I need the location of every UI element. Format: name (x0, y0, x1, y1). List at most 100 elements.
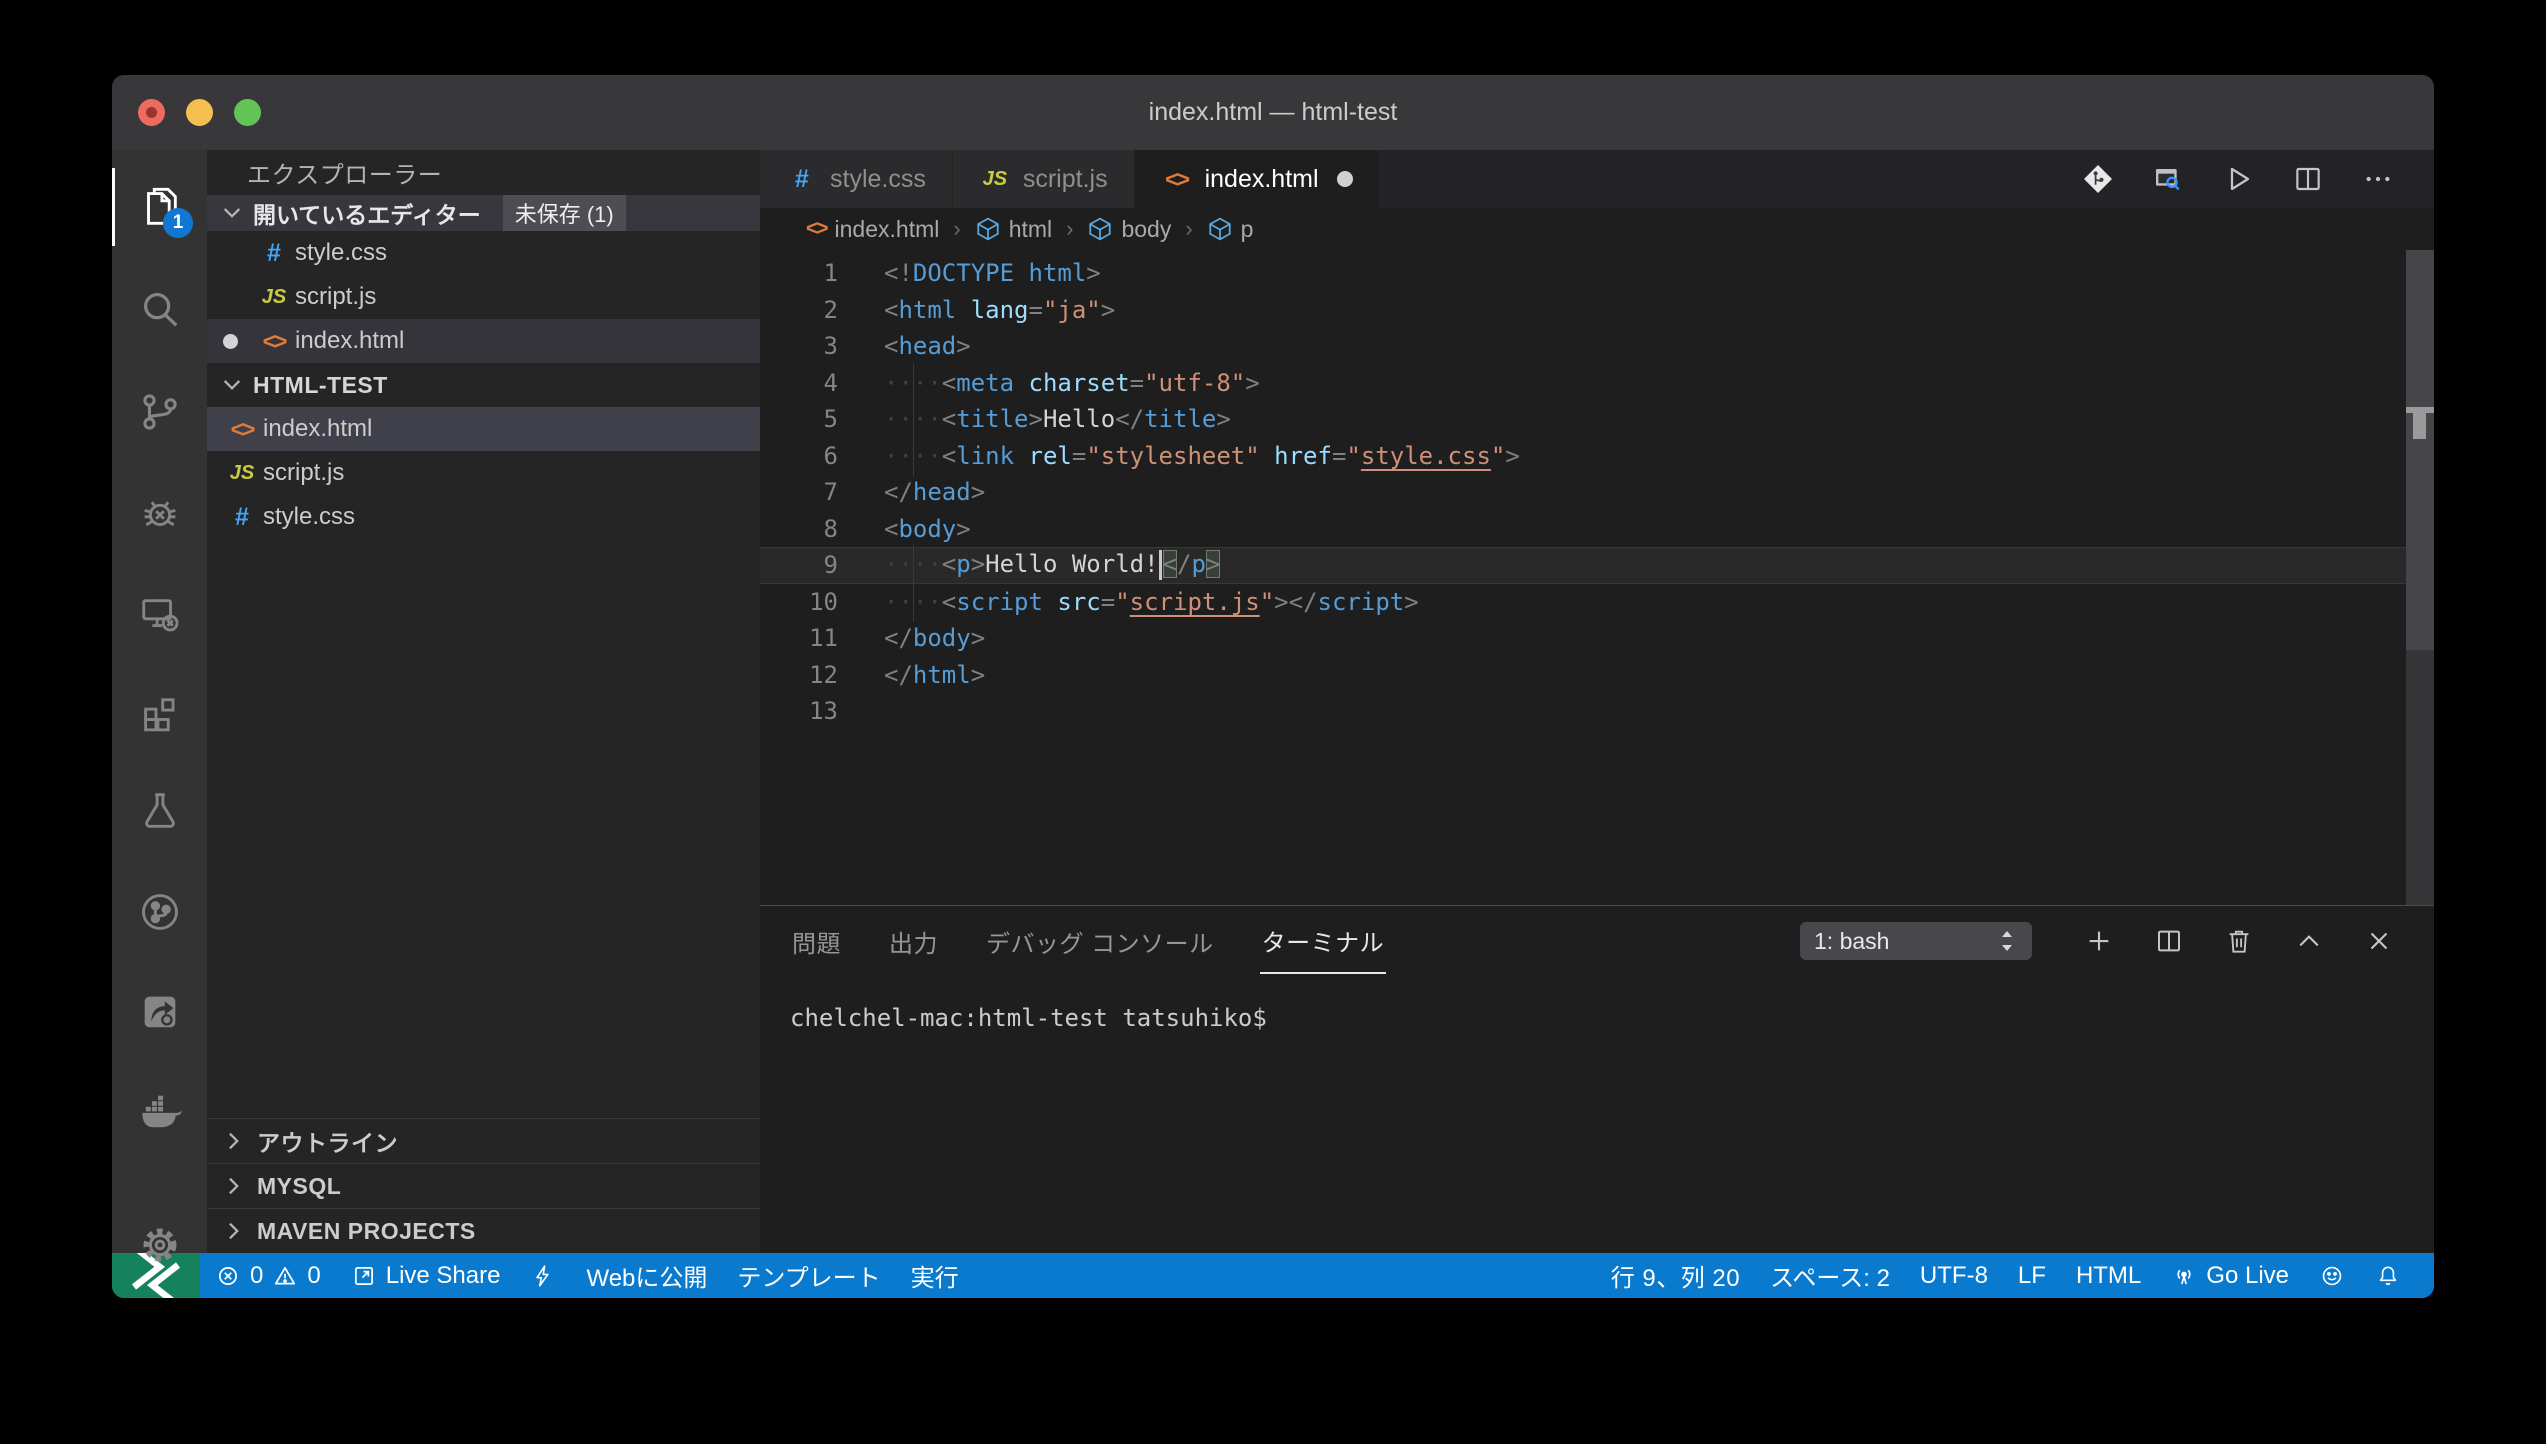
terminal-shell-select[interactable]: 1: bash (1800, 922, 2032, 960)
template-button[interactable]: テンプレート (722, 1253, 895, 1298)
line-content: ····<meta charset="utf-8"> (884, 369, 1260, 397)
code-line[interactable]: 2<html lang="ja"> (760, 292, 2434, 329)
file-name: style.css (295, 239, 387, 267)
file-name: index.html (295, 327, 404, 355)
breadcrumb-item-p[interactable]: p (1207, 216, 1254, 243)
notifications-bell-icon[interactable] (2360, 1253, 2416, 1298)
publish-web-button[interactable]: Webに公開 (571, 1253, 722, 1298)
tab-script.js[interactable]: JSscript.js (953, 150, 1135, 208)
docker-icon[interactable] (112, 1066, 207, 1156)
breadcrumb-item-body[interactable]: body (1087, 216, 1171, 243)
js-file-icon: JS (253, 286, 295, 309)
source-control-icon[interactable] (112, 367, 207, 457)
open-editors-header[interactable]: 開いているエディター 未保存 (1) (207, 195, 760, 231)
settings-gear-icon[interactable] (112, 1200, 207, 1290)
file-row-script.js[interactable]: JSscript.js (207, 275, 760, 319)
language-mode[interactable]: HTML (2061, 1253, 2156, 1298)
editor-scrollbar[interactable] (2406, 250, 2434, 905)
search-icon[interactable] (112, 265, 207, 355)
modified-dot (207, 334, 253, 349)
test-beaker-icon[interactable] (112, 766, 207, 856)
code-line[interactable]: 4····<meta charset="utf-8"> (760, 365, 2434, 402)
code-line[interactable]: 8<body> (760, 511, 2434, 548)
file-row-style.css[interactable]: #style.css (207, 231, 760, 275)
remote-explorer-icon[interactable] (112, 570, 207, 660)
code-line[interactable]: 13 (760, 693, 2434, 730)
sidebar-section-MAVEN PROJECTS[interactable]: MAVEN PROJECTS (207, 1208, 760, 1253)
feedback-smiley-icon[interactable] (2304, 1253, 2360, 1298)
live-share-button[interactable]: Live Share (336, 1253, 516, 1298)
cursor-position[interactable]: 行 9、列 20 (1596, 1253, 1755, 1298)
project-header[interactable]: HTML-TEST (207, 363, 760, 407)
code-line[interactable]: 11</body> (760, 620, 2434, 657)
template-label: テンプレート (737, 1258, 880, 1293)
code-line[interactable]: 12</html> (760, 657, 2434, 694)
panel-tab-出力[interactable]: 出力 (887, 910, 940, 973)
line-number: 2 (760, 296, 884, 324)
html-file-icon: <> (806, 217, 827, 241)
new-terminal-icon[interactable] (2084, 926, 2114, 956)
sidebar-section-アウトライン[interactable]: アウトライン (207, 1118, 760, 1163)
eol-setting[interactable]: LF (2003, 1253, 2061, 1298)
file-row-index.html[interactable]: <>index.html (207, 319, 760, 363)
code-line[interactable]: 7</head> (760, 474, 2434, 511)
overview-cursor-marker (2413, 413, 2426, 439)
deploy-icon[interactable] (112, 966, 207, 1056)
dirty-dot[interactable] (1337, 171, 1353, 187)
code-line[interactable]: 9····<p>Hello World!</p> (760, 547, 2434, 584)
code-line[interactable]: 5····<title>Hello</title> (760, 401, 2434, 438)
run-button[interactable]: 実行 (896, 1253, 974, 1298)
gitlens-icon[interactable] (112, 867, 207, 957)
file-row-style.css[interactable]: #style.css (207, 495, 760, 539)
problems-status[interactable]: 0 0 (200, 1253, 336, 1298)
code-editor[interactable]: 1<!DOCTYPE html>2<html lang="ja">3<head>… (760, 250, 2434, 905)
code-line[interactable]: 1<!DOCTYPE html> (760, 255, 2434, 292)
terminal-output[interactable]: chelchel-mac:html-test tatsuhiko$ (760, 976, 2434, 1253)
file-name: style.css (263, 503, 355, 531)
tab-label: index.html (1205, 165, 1319, 194)
go-live-button[interactable]: Go Live (2156, 1253, 2304, 1298)
indentation-setting[interactable]: スペース: 2 (1755, 1253, 1905, 1298)
run-play-icon[interactable] (2222, 163, 2254, 195)
tab-style.css[interactable]: #style.css (760, 150, 953, 208)
css-file-icon: # (221, 503, 263, 532)
code-line[interactable]: 6····<link rel="stylesheet" href="style.… (760, 438, 2434, 475)
project-label: HTML-TEST (253, 372, 388, 399)
explorer-icon[interactable]: 1 (112, 162, 207, 252)
file-row-index.html[interactable]: <>index.html (207, 407, 760, 451)
line-content: </body> (884, 624, 985, 652)
split-terminal-icon[interactable] (2154, 926, 2184, 956)
extensions-icon[interactable] (112, 667, 207, 757)
debug-icon[interactable] (112, 468, 207, 558)
line-number: 5 (760, 405, 884, 433)
maximize-panel-icon[interactable] (2294, 926, 2324, 956)
editor-actions (2082, 150, 2434, 208)
scrollbar-thumb[interactable] (2406, 250, 2434, 650)
panel-tab-ターミナル[interactable]: ターミナル (1260, 909, 1387, 974)
kill-terminal-trash-icon[interactable] (2224, 926, 2254, 956)
encoding-setting[interactable]: UTF-8 (1905, 1253, 2003, 1298)
breadcrumb-item-html[interactable]: html (975, 216, 1052, 243)
line-content: ····<title>Hello</title> (884, 405, 1231, 433)
sidebar-section-MYSQL[interactable]: MYSQL (207, 1163, 760, 1208)
shell-select-value: 1: bash (1814, 928, 1889, 955)
line-content: <!DOCTYPE html> (884, 259, 1101, 287)
js-file-icon: JS (979, 168, 1011, 191)
line-content: </html> (884, 661, 985, 689)
bolt-button[interactable] (515, 1253, 571, 1298)
line-content: ····<link rel="stylesheet" href="style.c… (884, 442, 1520, 470)
breadcrumb-item-index.html[interactable]: <>index.html (806, 216, 939, 243)
file-row-script.js[interactable]: JSscript.js (207, 451, 760, 495)
panel-tab-デバッグ コンソール[interactable]: デバッグ コンソール (984, 910, 1216, 973)
project-file-list: <>index.htmlJSscript.js#style.css (207, 407, 760, 539)
tab-index.html[interactable]: <>index.html (1135, 150, 1380, 208)
more-actions-icon[interactable] (2362, 163, 2394, 195)
close-panel-icon[interactable] (2364, 926, 2394, 956)
git-compare-icon[interactable] (2082, 163, 2114, 195)
code-line[interactable]: 3<head> (760, 328, 2434, 365)
code-line[interactable]: 10····<script src="script.js"></script> (760, 584, 2434, 621)
line-number: 13 (760, 697, 884, 725)
open-preview-icon[interactable] (2152, 163, 2184, 195)
panel-tab-問題[interactable]: 問題 (790, 910, 843, 973)
split-editor-icon[interactable] (2292, 163, 2324, 195)
